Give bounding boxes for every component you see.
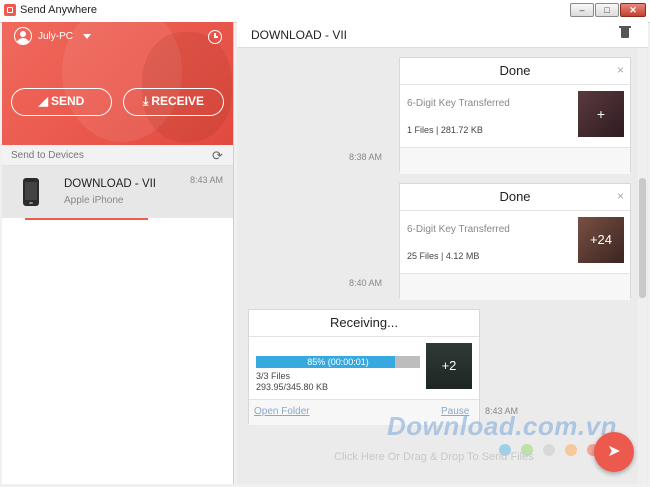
device-selection-indicator xyxy=(25,218,148,220)
watermark-logo: Download.com.vn xyxy=(387,411,617,441)
trash-icon[interactable] xyxy=(619,26,631,38)
pc-name[interactable]: July-PC xyxy=(38,31,73,42)
close-card-icon[interactable]: × xyxy=(617,189,624,203)
close-window-button[interactable]: ✕ xyxy=(620,3,646,17)
maximize-button[interactable]: □ xyxy=(595,3,619,17)
sidebar-banner: July-PC ◢ SEND ⤓ RECEIVE xyxy=(2,22,233,145)
received-size: 293.95/345.80 KB xyxy=(256,382,329,392)
scrollbar-thumb[interactable] xyxy=(639,178,646,298)
drop-zone-hint[interactable]: Click Here Or Drag & Drop To Send Files xyxy=(334,451,534,463)
close-card-icon[interactable]: × xyxy=(617,63,624,77)
transfer-description: 6-Digit Key Transferred xyxy=(407,224,510,235)
title-bar: Send Anywhere – □ ✕ xyxy=(0,0,650,23)
transfer-meta: 1 Files | 281.72 KB xyxy=(407,125,483,135)
banner-photo-shape xyxy=(142,32,232,142)
download-icon: ⤓ xyxy=(143,94,149,108)
panel-header: DOWNLOAD - VII xyxy=(237,22,648,48)
send-icon: ◢ xyxy=(38,94,48,108)
transfer-panel: DOWNLOAD - VII Done × 6-Digit Key Transf… xyxy=(237,22,648,484)
received-file-count: 3/3 Files xyxy=(256,371,291,381)
send-label: SEND xyxy=(50,94,85,108)
transfer-status: Done xyxy=(400,184,630,211)
device-time: 8:43 AM xyxy=(190,175,224,185)
avatar-icon[interactable] xyxy=(14,27,32,45)
minimize-button[interactable]: – xyxy=(570,3,594,17)
history-clock-icon[interactable] xyxy=(208,30,222,44)
scrollbar[interactable] xyxy=(638,48,647,484)
progress-text: 85% (00:00:01) xyxy=(307,357,369,367)
refresh-icon[interactable]: ⟳ xyxy=(212,148,223,164)
chevron-down-icon[interactable] xyxy=(83,34,91,39)
phone-icon xyxy=(23,178,39,206)
transfer-thumbnail[interactable]: +24 xyxy=(578,217,624,263)
receive-label: RECEIVE xyxy=(151,94,204,108)
window-title: Send Anywhere xyxy=(20,4,98,16)
paper-plane-icon: ➤ xyxy=(607,443,621,460)
sidebar: July-PC ◢ SEND ⤓ RECEIVE Send to Devices ⟳… xyxy=(2,22,234,484)
send-to-devices-header: Send to Devices ⟳ xyxy=(2,145,233,166)
send-fab-button[interactable]: ➤ xyxy=(594,432,634,472)
send-to-devices-label: Send to Devices xyxy=(11,150,84,161)
minimize-icon: – xyxy=(579,5,585,15)
transfer-description: 6-Digit Key Transferred xyxy=(407,98,510,109)
watermark-dot xyxy=(565,444,577,456)
panel-title: DOWNLOAD - VII xyxy=(251,28,348,42)
card-footer xyxy=(400,147,630,174)
receiving-card: Receiving... 85% (00:00:01) 3/3 Files 29… xyxy=(248,309,480,425)
watermark-dot xyxy=(543,444,555,456)
app-icon xyxy=(4,4,16,16)
transfer-time: 8:40 AM xyxy=(349,278,383,288)
transfer-card: Done × 6-Digit Key Transferred 25 Files … xyxy=(399,183,631,300)
receiving-status: Receiving... xyxy=(249,310,479,337)
open-folder-link[interactable]: Open Folder xyxy=(254,406,310,417)
card-footer xyxy=(400,273,630,300)
device-name: DOWNLOAD - VII xyxy=(64,178,157,190)
progress-bar: 85% (00:00:01) xyxy=(256,356,420,368)
maximize-icon: □ xyxy=(604,5,610,15)
transfer-meta: 25 Files | 4.12 MB xyxy=(407,251,480,261)
receive-button[interactable]: ⤓ RECEIVE xyxy=(123,88,224,116)
transfer-thumbnail[interactable]: + xyxy=(578,91,624,137)
receiving-thumbnail[interactable]: +2 xyxy=(426,343,472,389)
transfer-card: Done × 6-Digit Key Transferred 1 Files |… xyxy=(399,57,631,174)
send-button[interactable]: ◢ SEND xyxy=(11,88,112,116)
transfer-status: Done xyxy=(400,58,630,85)
device-model: Apple iPhone xyxy=(64,195,124,206)
transfer-time: 8:38 AM xyxy=(349,152,383,162)
close-icon: ✕ xyxy=(629,5,637,15)
device-list-item[interactable]: DOWNLOAD - VII Apple iPhone 8:43 AM xyxy=(2,166,233,218)
